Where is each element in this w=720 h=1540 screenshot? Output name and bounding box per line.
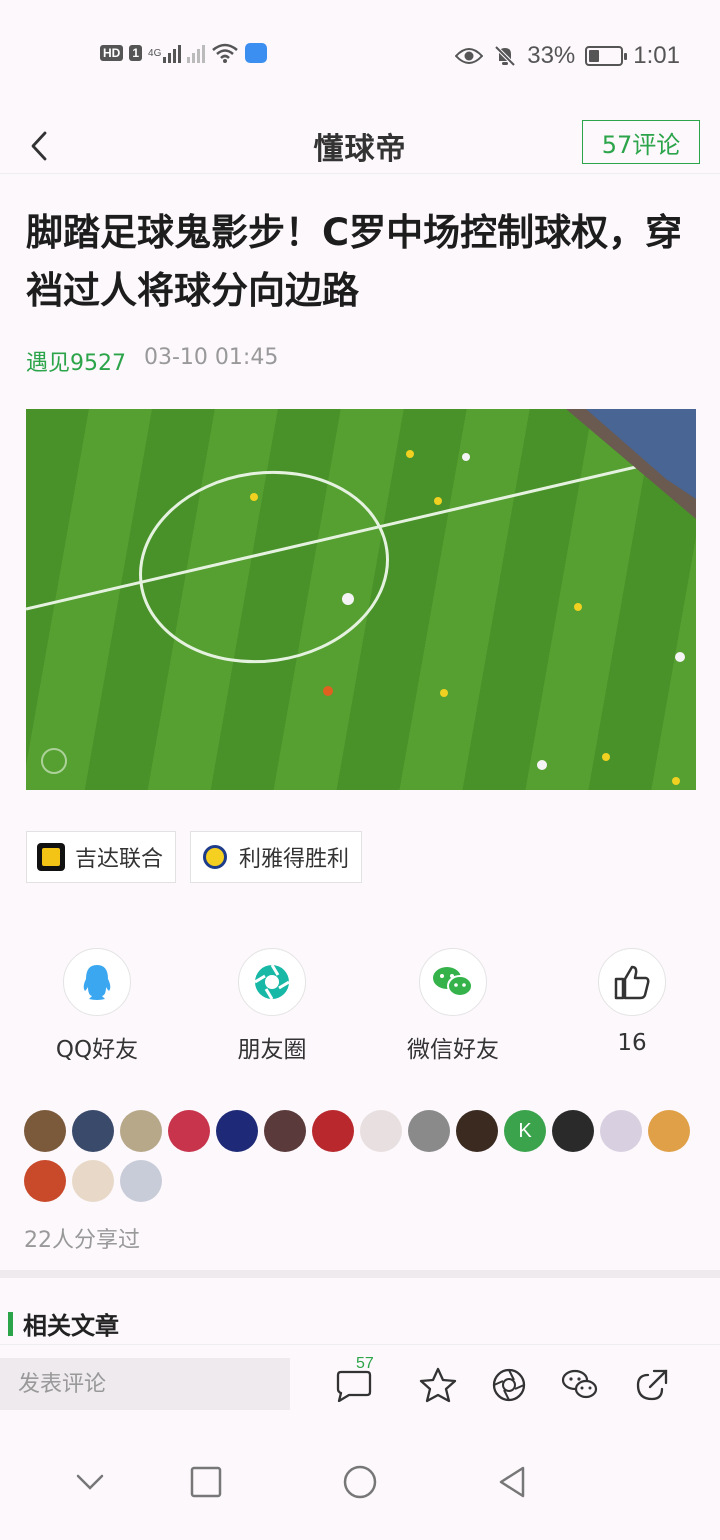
- sharer-avatar[interactable]: [600, 1110, 642, 1152]
- sharer-avatar[interactable]: [120, 1160, 162, 1202]
- share-label: 朋友圈: [237, 1037, 307, 1063]
- wechat-outline-icon: [561, 1369, 598, 1399]
- status-bar: HD 1 4G 33% 1:01: [0, 0, 720, 116]
- wifi-icon: [212, 43, 239, 63]
- eye-icon: [455, 48, 484, 64]
- comment-bubble-icon: [336, 1370, 372, 1402]
- tag-al-nassr[interactable]: 利雅得胜利: [190, 831, 363, 883]
- related-title: 相关文章: [23, 1312, 119, 1340]
- comments-button[interactable]: 57评论: [582, 120, 700, 164]
- sharer-avatar[interactable]: [456, 1110, 498, 1152]
- shared-count: 22人分享过: [24, 1228, 140, 1253]
- related-articles-heading: 相关文章: [8, 1306, 119, 1341]
- share-wechat-button[interactable]: 微信好友: [373, 948, 533, 1064]
- favorite-button[interactable]: [416, 1363, 460, 1407]
- network-label: 4G: [148, 47, 162, 59]
- share-row: QQ好友 朋友圈 微信好友 16: [0, 948, 720, 1068]
- share-label: 微信好友: [407, 1037, 499, 1063]
- article-meta: 遇见9527 03-10 01:45: [26, 345, 278, 377]
- bottom-action-bar: 57: [0, 1344, 720, 1424]
- battery-percent: 33%: [527, 42, 576, 69]
- author-link[interactable]: 遇见9527: [26, 345, 126, 377]
- sharer-avatar[interactable]: [72, 1110, 114, 1152]
- signal-secondary-icon: [187, 43, 206, 63]
- football-pitch-graphic: [26, 409, 696, 790]
- chevron-down-icon: [76, 1474, 104, 1490]
- share-moments-bottom-button[interactable]: [487, 1363, 531, 1407]
- share-wechat-circle: [419, 948, 487, 1016]
- comments-icon-button[interactable]: 57: [332, 1355, 376, 1407]
- tag-ittihad[interactable]: 吉达联合: [26, 831, 177, 883]
- sharer-avatar[interactable]: K: [504, 1110, 546, 1152]
- nav-recents-button[interactable]: [176, 1462, 236, 1502]
- section-divider: [0, 1270, 720, 1278]
- team-tags: 吉达联合 利雅得胜利: [26, 831, 363, 883]
- signal-icon: [163, 43, 182, 63]
- sim-badge: 1: [129, 45, 143, 61]
- mute-icon: [494, 45, 516, 67]
- ittihad-logo-icon: [37, 843, 65, 871]
- nav-back-button[interactable]: [482, 1462, 542, 1502]
- sharer-avatar[interactable]: [552, 1110, 594, 1152]
- share-label: QQ好友: [55, 1037, 139, 1063]
- battery-icon: [585, 46, 628, 66]
- share-moments-button[interactable]: 朋友圈: [192, 948, 352, 1064]
- share-moments-circle: [238, 948, 306, 1016]
- sharer-avatar[interactable]: [312, 1110, 354, 1152]
- thumbs-up-icon: [614, 965, 650, 1000]
- like-button[interactable]: 16: [552, 948, 712, 1056]
- sharer-avatar[interactable]: [72, 1160, 114, 1202]
- circle-icon: [343, 1465, 377, 1499]
- tag-label: 利雅得胜利: [239, 847, 350, 872]
- status-bar-left: HD 1 4G: [100, 42, 268, 64]
- wechat-icon: [433, 967, 473, 997]
- share-external-button[interactable]: [630, 1363, 674, 1407]
- star-icon: [419, 1367, 457, 1403]
- nav-home-button[interactable]: [330, 1462, 390, 1502]
- share-qq-circle: [63, 948, 131, 1016]
- sharer-avatar[interactable]: [216, 1110, 258, 1152]
- hd-badge: HD: [100, 45, 124, 61]
- publish-time: 03-10 01:45: [144, 345, 279, 370]
- qq-icon: [83, 965, 111, 1000]
- sharer-avatar[interactable]: [24, 1160, 66, 1202]
- sharer-avatar[interactable]: [408, 1110, 450, 1152]
- clock: 1:01: [633, 42, 680, 69]
- sharer-avatar[interactable]: [120, 1110, 162, 1152]
- moments-outline-icon: [492, 1368, 526, 1402]
- top-nav: 懂球帝 57评论: [0, 116, 720, 174]
- related-accent-bar: [8, 1311, 13, 1336]
- sharer-avatar[interactable]: [648, 1110, 690, 1152]
- al-nassr-logo-icon: [201, 843, 229, 871]
- share-qq-button[interactable]: QQ好友: [17, 948, 177, 1064]
- share-wechat-bottom-button[interactable]: [558, 1363, 602, 1407]
- comment-input[interactable]: [0, 1358, 290, 1410]
- sharer-avatar[interactable]: [264, 1110, 306, 1152]
- sharer-avatar[interactable]: [360, 1110, 402, 1152]
- cloud-icon: [245, 43, 268, 63]
- sharer-avatars: K: [24, 1110, 704, 1202]
- like-count: 16: [617, 1030, 647, 1056]
- avatar-initial: K: [518, 1119, 532, 1142]
- square-icon: [190, 1466, 222, 1498]
- triangle-back-icon: [499, 1466, 525, 1498]
- share-arrow-icon: [636, 1369, 668, 1401]
- sharer-avatar[interactable]: [24, 1110, 66, 1152]
- moments-icon: [254, 964, 290, 1000]
- comment-count-badge: 57: [356, 1355, 374, 1372]
- system-nav-bar: [0, 1440, 720, 1540]
- article-video-image[interactable]: [26, 409, 696, 790]
- status-bar-right: 33% 1:01: [455, 42, 680, 70]
- nav-collapse-button[interactable]: [60, 1462, 120, 1502]
- sharer-avatar[interactable]: [168, 1110, 210, 1152]
- like-circle: [598, 948, 666, 1016]
- article-title: 脚踏足球鬼影步！C罗中场控制球权，穿裆过人将球分向边路: [26, 211, 683, 312]
- tag-label: 吉达联合: [75, 847, 164, 872]
